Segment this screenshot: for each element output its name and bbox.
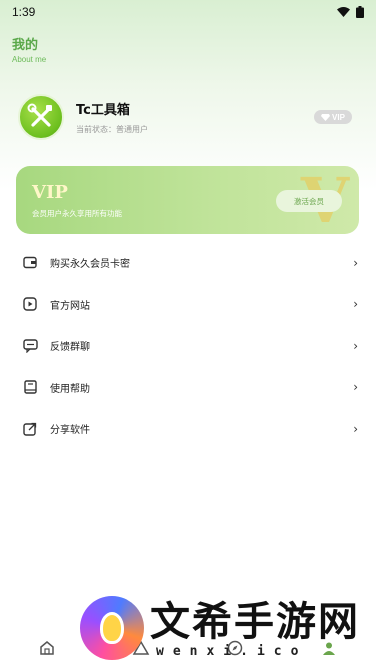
- share-icon: [22, 421, 38, 437]
- vip-card: V VIP 会员用户永久享用所有功能 激活会员: [16, 166, 359, 234]
- menu-item-feedback[interactable]: 反馈群聊 ›: [0, 325, 376, 367]
- page-subtitle: About me: [12, 55, 47, 64]
- menu-label: 官方网站: [50, 300, 90, 312]
- menu-label: 购买永久会员卡密: [50, 259, 130, 271]
- menu-label: 使用帮助: [50, 383, 90, 395]
- wifi-icon: [337, 7, 350, 17]
- watermark-url: wenxi.ico: [156, 644, 308, 659]
- menu-label: 分享软件: [50, 425, 90, 437]
- wallet-icon: [22, 255, 38, 271]
- menu-list: 购买永久会员卡密 › 官方网站 › 反馈群聊 › 使用帮助 › 分享软件 ›: [0, 242, 376, 450]
- menu-label: 反馈群聊: [50, 342, 90, 354]
- chevron-right-icon: ›: [353, 338, 358, 353]
- vip-description: 会员用户永久享用所有功能: [32, 209, 122, 218]
- profile-info: Tc工具箱 当前状态：普通用户: [76, 99, 148, 135]
- home-icon[interactable]: [38, 639, 56, 657]
- status-time: 1:39: [12, 5, 36, 19]
- watermark-logo-icon: [80, 596, 144, 660]
- diamond-icon: [321, 113, 331, 121]
- profile-status: 当前状态：普通用户: [76, 125, 148, 134]
- watermark: 文希手游网 wenxi.ico: [78, 596, 376, 669]
- battery-icon: [356, 6, 364, 18]
- profile-name: Tc工具箱: [76, 103, 130, 118]
- profile-card[interactable]: Tc工具箱 当前状态：普通用户 VIP: [18, 92, 358, 142]
- vip-title: VIP: [32, 182, 68, 203]
- menu-item-share[interactable]: 分享软件 ›: [0, 408, 376, 450]
- tools-icon: [27, 103, 52, 127]
- book-icon: [22, 379, 38, 395]
- vip-badge-label: VIP: [332, 112, 345, 122]
- avatar[interactable]: [18, 94, 64, 140]
- page-title: 我的: [12, 38, 39, 53]
- vip-badge: VIP: [314, 110, 352, 124]
- menu-item-help[interactable]: 使用帮助 ›: [0, 367, 376, 409]
- status-bar: 1:39: [0, 0, 376, 24]
- chevron-right-icon: ›: [353, 297, 358, 312]
- watermark-title: 文希手游网: [150, 599, 360, 645]
- status-icons: [337, 6, 364, 18]
- menu-item-buy-card[interactable]: 购买永久会员卡密 ›: [0, 242, 376, 284]
- menu-item-website[interactable]: 官方网站 ›: [0, 284, 376, 326]
- page-header: 我的 About me: [12, 34, 46, 64]
- play-icon: [22, 296, 38, 312]
- chat-icon: [22, 338, 38, 354]
- chevron-right-icon: ›: [353, 421, 358, 436]
- chevron-right-icon: ›: [353, 255, 358, 270]
- activate-vip-button[interactable]: 激活会员: [276, 190, 342, 212]
- chevron-right-icon: ›: [353, 380, 358, 395]
